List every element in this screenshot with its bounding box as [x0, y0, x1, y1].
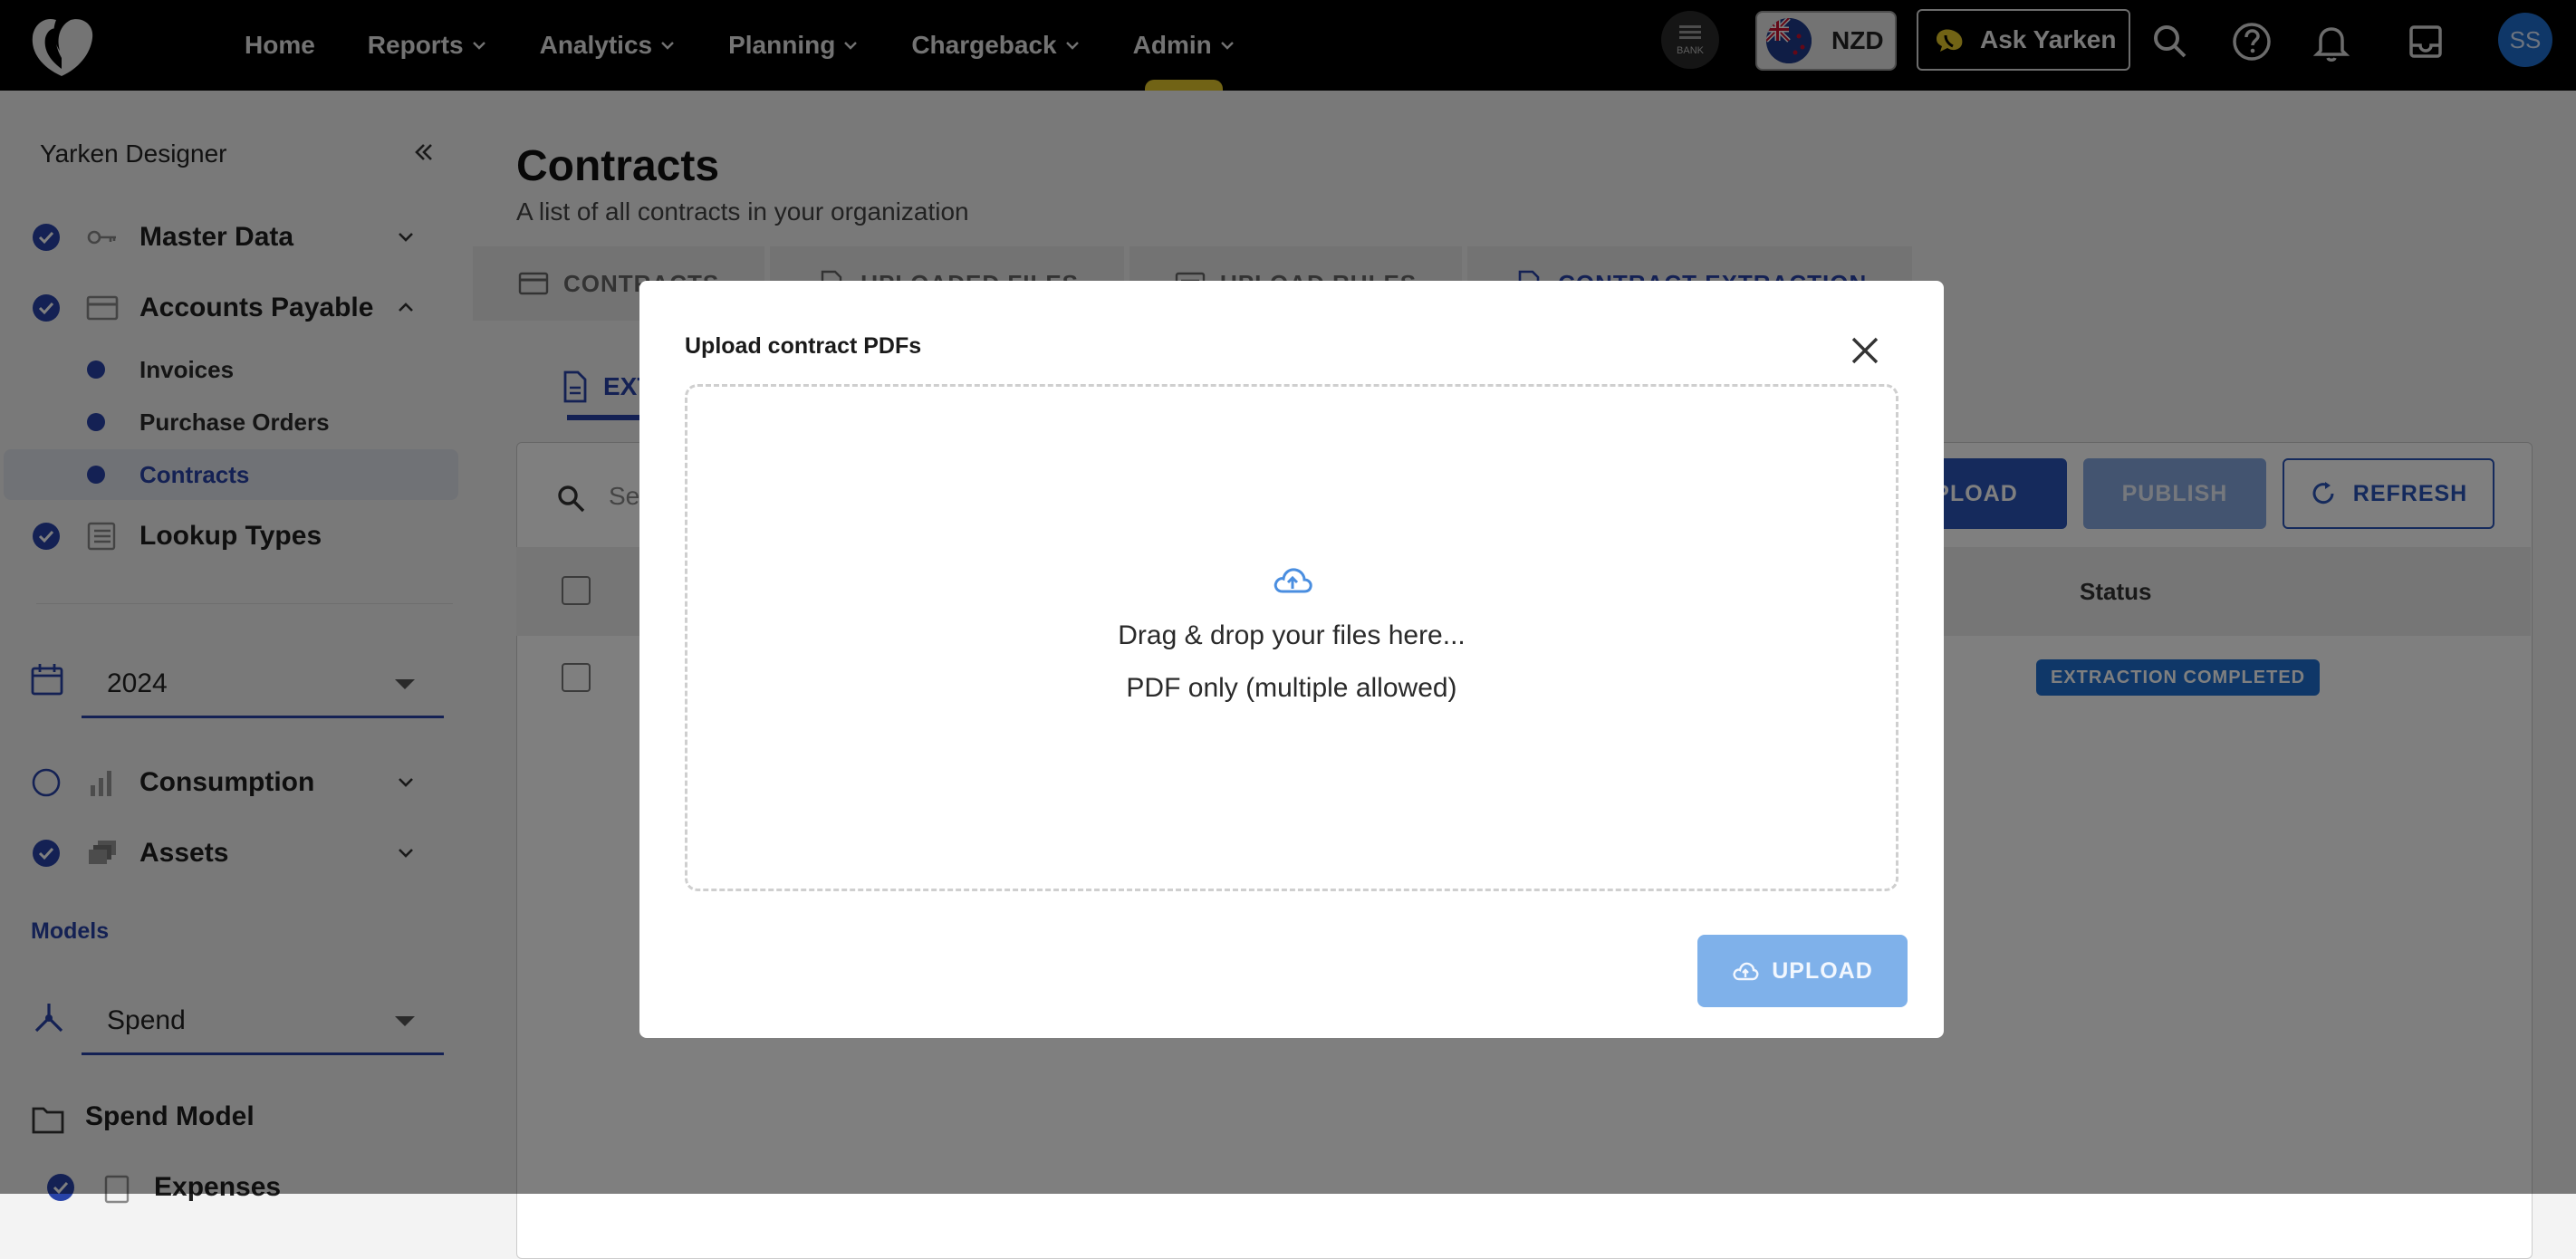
cloud-upload-icon	[1733, 962, 1759, 981]
dialog-title: Upload contract PDFs	[685, 333, 922, 359]
dialog-upload-button[interactable]: UPLOAD	[1697, 935, 1908, 1007]
close-icon[interactable]	[1844, 330, 1886, 371]
dropzone-hint: PDF only (multiple allowed)	[1126, 673, 1457, 703]
dropzone-text: Drag & drop your files here...	[1118, 620, 1466, 650]
cloud-upload-icon	[1274, 568, 1312, 593]
upload-contract-dialog: Upload contract PDFs Drag & drop your fi…	[639, 281, 1944, 1038]
file-dropzone[interactable]: Drag & drop your files here... PDF only …	[685, 384, 1898, 891]
dialog-upload-label: UPLOAD	[1772, 957, 1873, 984]
